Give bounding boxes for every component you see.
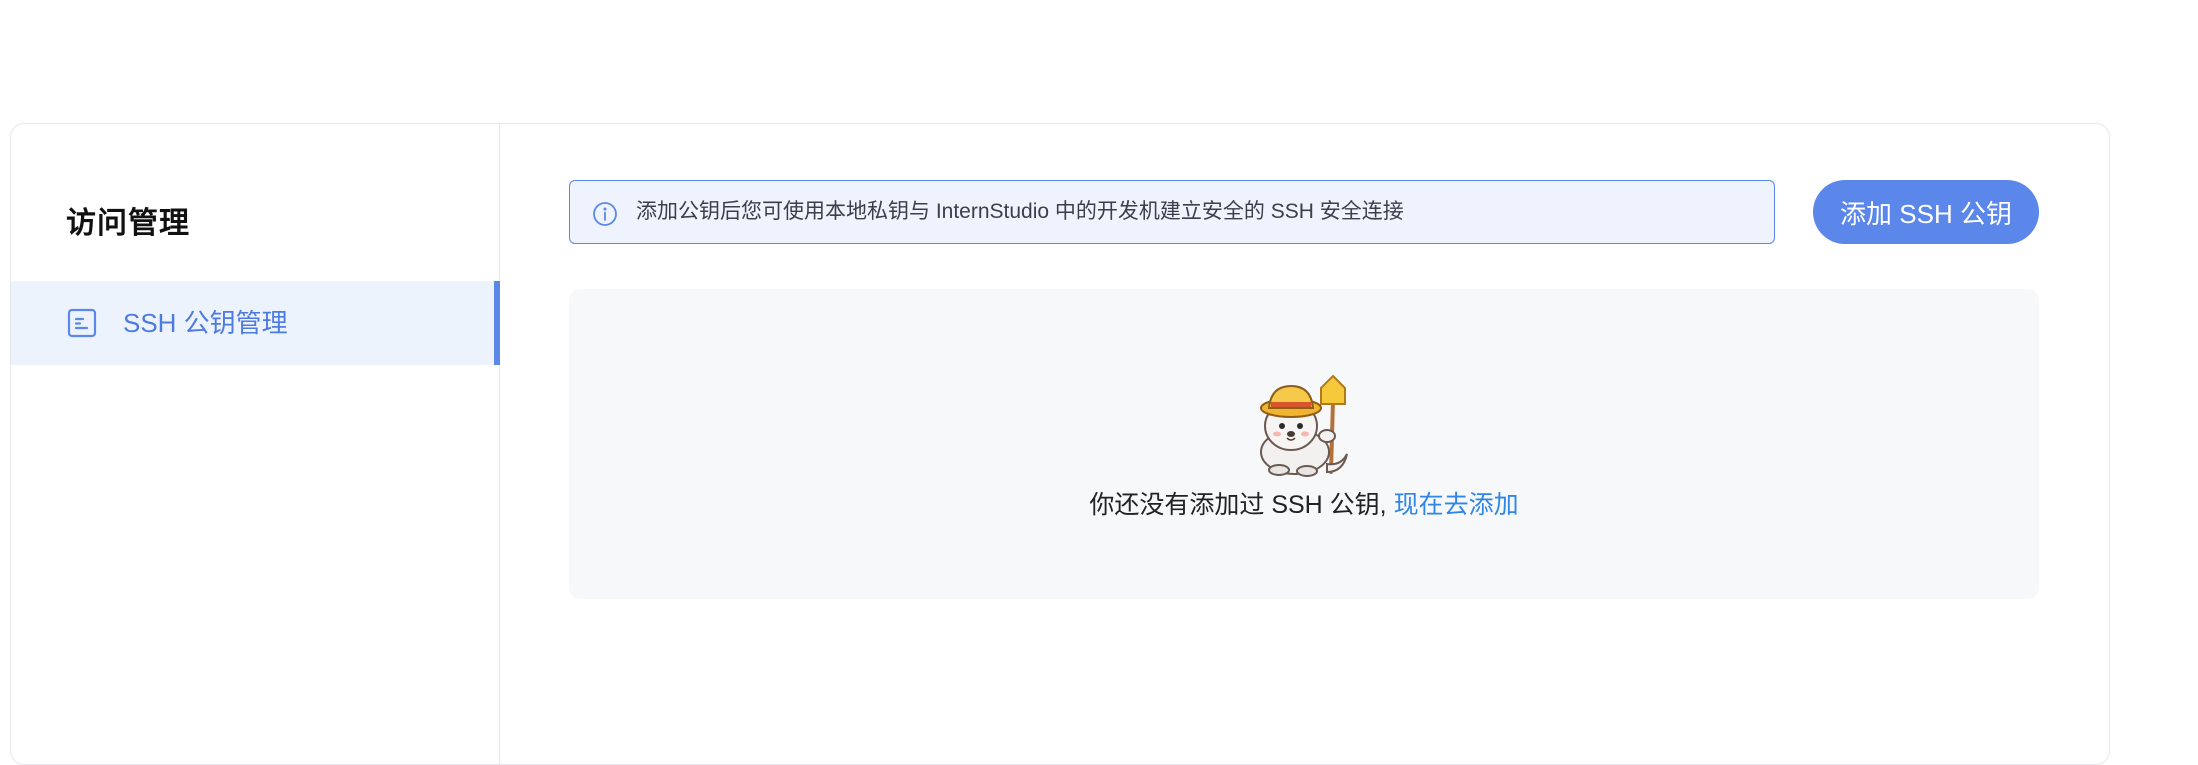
access-management-card: 访问管理 SSH 公钥管理 添加公钥后您可使用本地私钥与 InternStudi… <box>10 123 2110 765</box>
main-content: 添加公钥后您可使用本地私钥与 InternStudio 中的开发机建立安全的 S… <box>499 124 2109 764</box>
empty-state-message: 你还没有添加过 SSH 公钥, 现在去添加 <box>569 485 2039 521</box>
sidebar: 访问管理 SSH 公钥管理 <box>11 124 500 764</box>
seal-mascot-illustration <box>1249 374 1359 480</box>
add-now-link[interactable]: 现在去添加 <box>1394 491 1519 519</box>
sidebar-item-label: SSH 公钥管理 <box>123 308 288 338</box>
sidebar-title: 访问管理 <box>66 207 190 240</box>
sidebar-item-ssh-key-management[interactable]: SSH 公钥管理 <box>11 281 500 365</box>
add-ssh-key-button[interactable]: 添加 SSH 公钥 <box>1813 180 2039 244</box>
notice-text: 添加公钥后您可使用本地私钥与 InternStudio 中的开发机建立安全的 S… <box>636 200 1404 223</box>
empty-state-text: 你还没有添加过 SSH 公钥, <box>1089 491 1387 519</box>
info-icon <box>592 201 618 227</box>
document-list-icon <box>67 308 97 338</box>
info-notice: 添加公钥后您可使用本地私钥与 InternStudio 中的开发机建立安全的 S… <box>569 180 1775 244</box>
empty-state-panel: 你还没有添加过 SSH 公钥, 现在去添加 <box>569 289 2039 599</box>
